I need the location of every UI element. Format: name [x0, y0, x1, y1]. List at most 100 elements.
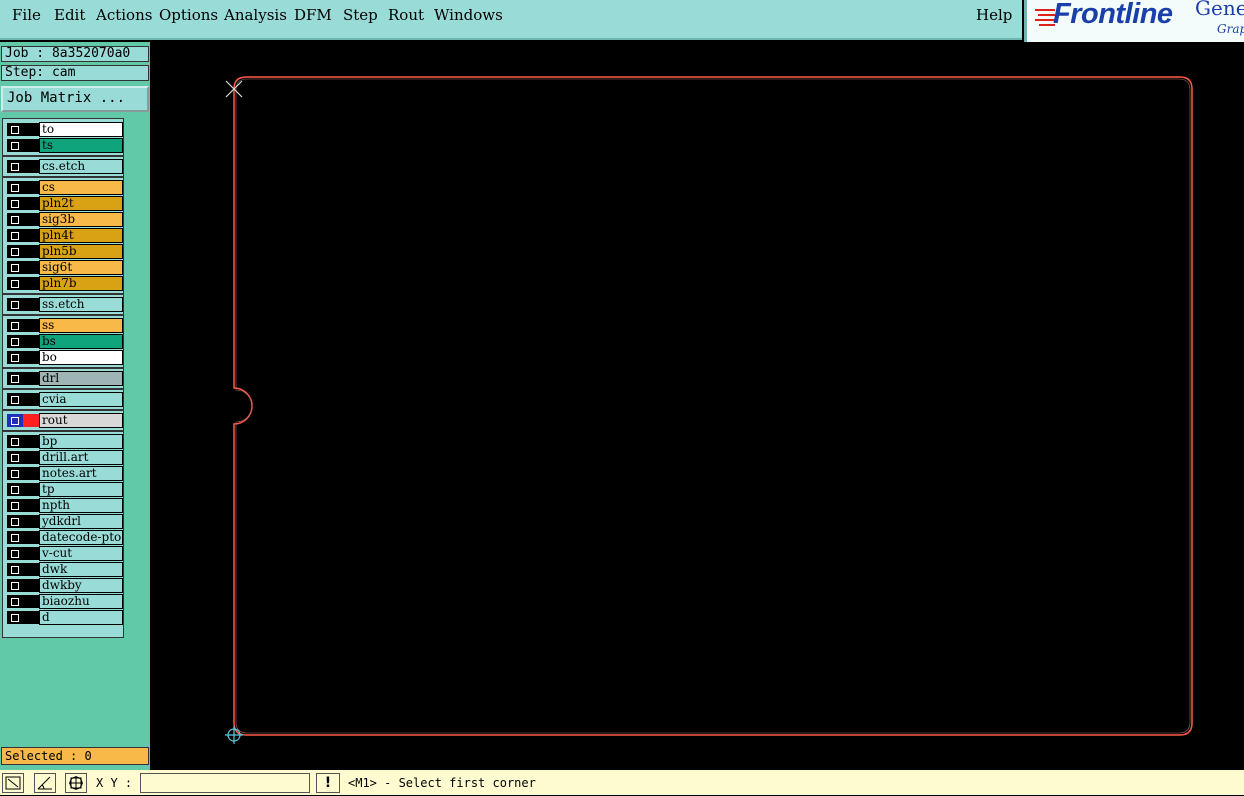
layer-affected-indicator[interactable] [23, 563, 39, 576]
layer-name[interactable]: ydkdrl [39, 514, 123, 529]
layer-affected-indicator[interactable] [23, 160, 39, 173]
layer-checkbox[interactable] [7, 319, 23, 332]
layer-checkbox[interactable] [7, 393, 23, 406]
layer-checkbox[interactable] [7, 139, 23, 152]
layer-affected-indicator[interactable] [23, 414, 39, 427]
layer-row[interactable]: bs [5, 334, 123, 349]
layer-name[interactable]: pln4t [39, 228, 123, 243]
layer-affected-indicator[interactable] [23, 467, 39, 480]
layer-affected-indicator[interactable] [23, 139, 39, 152]
menu-actions[interactable]: Actions [96, 6, 152, 24]
xy-coordinate-input[interactable] [140, 773, 310, 793]
layer-affected-indicator[interactable] [23, 393, 39, 406]
layer-checkbox[interactable] [7, 245, 23, 258]
layer-row[interactable]: ss [5, 318, 123, 333]
layer-checkbox[interactable] [7, 335, 23, 348]
layer-affected-indicator[interactable] [23, 351, 39, 364]
layer-name[interactable]: tp [39, 482, 123, 497]
layer-row[interactable]: v-cut [5, 546, 123, 561]
layer-affected-indicator[interactable] [23, 372, 39, 385]
layer-row[interactable]: sig6t [5, 260, 123, 275]
layer-name[interactable]: notes.art [39, 466, 123, 481]
layer-checkbox[interactable] [7, 579, 23, 592]
layer-name[interactable]: d [39, 610, 123, 625]
layer-affected-indicator[interactable] [23, 435, 39, 448]
layer-row[interactable]: pln5b [5, 244, 123, 259]
menu-windows[interactable]: Windows [434, 6, 503, 24]
layer-name[interactable]: rout [39, 413, 123, 428]
zoom-fit-button[interactable] [2, 773, 24, 793]
layer-row[interactable]: sig3b [5, 212, 123, 227]
menu-step[interactable]: Step [343, 6, 378, 24]
layer-affected-indicator[interactable] [23, 229, 39, 242]
layer-name[interactable]: ts [39, 138, 123, 153]
layer-affected-indicator[interactable] [23, 213, 39, 226]
layer-affected-indicator[interactable] [23, 335, 39, 348]
layer-row[interactable]: cs [5, 180, 123, 195]
layer-affected-indicator[interactable] [23, 611, 39, 624]
layer-affected-indicator[interactable] [23, 547, 39, 560]
layer-affected-indicator[interactable] [23, 277, 39, 290]
layer-checkbox[interactable] [7, 181, 23, 194]
layer-affected-indicator[interactable] [23, 595, 39, 608]
layer-name[interactable]: cvia [39, 392, 123, 407]
menu-rout[interactable]: Rout [388, 6, 424, 24]
layer-name[interactable]: sig6t [39, 260, 123, 275]
layer-checkbox[interactable] [7, 160, 23, 173]
measure-button[interactable] [34, 773, 56, 793]
layer-checkbox[interactable] [7, 595, 23, 608]
layer-row[interactable]: pln7b [5, 276, 123, 291]
warning-button[interactable]: ! [316, 773, 340, 793]
layer-row[interactable]: ts [5, 138, 123, 153]
job-matrix-button[interactable]: Job Matrix ... [1, 86, 149, 112]
menu-help[interactable]: Help [976, 6, 1012, 24]
layer-row[interactable]: cvia [5, 392, 123, 407]
layer-name[interactable]: ss [39, 318, 123, 333]
layer-name[interactable]: bp [39, 434, 123, 449]
layer-checkbox[interactable] [7, 372, 23, 385]
layer-affected-indicator[interactable] [23, 197, 39, 210]
layer-row[interactable]: pln2t [5, 196, 123, 211]
layer-row[interactable]: dwkby [5, 578, 123, 593]
layer-row[interactable]: to [5, 122, 123, 137]
menu-file[interactable]: File [12, 6, 41, 24]
layer-checkbox[interactable] [7, 298, 23, 311]
grid-button[interactable] [65, 773, 87, 793]
layer-checkbox[interactable] [7, 531, 23, 544]
layer-name[interactable]: cs.etch [39, 159, 123, 174]
layer-affected-indicator[interactable] [23, 298, 39, 311]
layer-affected-indicator[interactable] [23, 451, 39, 464]
layer-checkbox[interactable] [7, 451, 23, 464]
layer-checkbox[interactable] [7, 435, 23, 448]
layer-affected-indicator[interactable] [23, 499, 39, 512]
layer-row[interactable]: pln4t [5, 228, 123, 243]
layer-checkbox[interactable] [7, 515, 23, 528]
layer-row[interactable]: rout [5, 413, 123, 428]
layer-checkbox[interactable] [7, 414, 23, 427]
layer-row[interactable]: npth [5, 498, 123, 513]
layer-row[interactable]: bo [5, 350, 123, 365]
layer-name[interactable]: biaozhu [39, 594, 123, 609]
menu-analysis[interactable]: Analysis [224, 6, 287, 24]
layer-row[interactable]: tp [5, 482, 123, 497]
layer-checkbox[interactable] [7, 277, 23, 290]
layer-affected-indicator[interactable] [23, 531, 39, 544]
layer-checkbox[interactable] [7, 483, 23, 496]
layer-name[interactable]: cs [39, 180, 123, 195]
layer-checkbox[interactable] [7, 351, 23, 364]
layer-row[interactable]: bp [5, 434, 123, 449]
layer-checkbox[interactable] [7, 563, 23, 576]
menu-edit[interactable]: Edit [54, 6, 85, 24]
layer-affected-indicator[interactable] [23, 579, 39, 592]
layer-checkbox[interactable] [7, 547, 23, 560]
layer-affected-indicator[interactable] [23, 181, 39, 194]
layer-row[interactable]: drl [5, 371, 123, 386]
layer-row[interactable]: ss.etch [5, 297, 123, 312]
layer-name[interactable]: ss.etch [39, 297, 123, 312]
layer-row[interactable]: d [5, 610, 123, 625]
layer-checkbox[interactable] [7, 611, 23, 624]
layer-affected-indicator[interactable] [23, 123, 39, 136]
layer-name[interactable]: pln2t [39, 196, 123, 211]
layer-name[interactable]: sig3b [39, 212, 123, 227]
layer-name[interactable]: pln7b [39, 276, 123, 291]
